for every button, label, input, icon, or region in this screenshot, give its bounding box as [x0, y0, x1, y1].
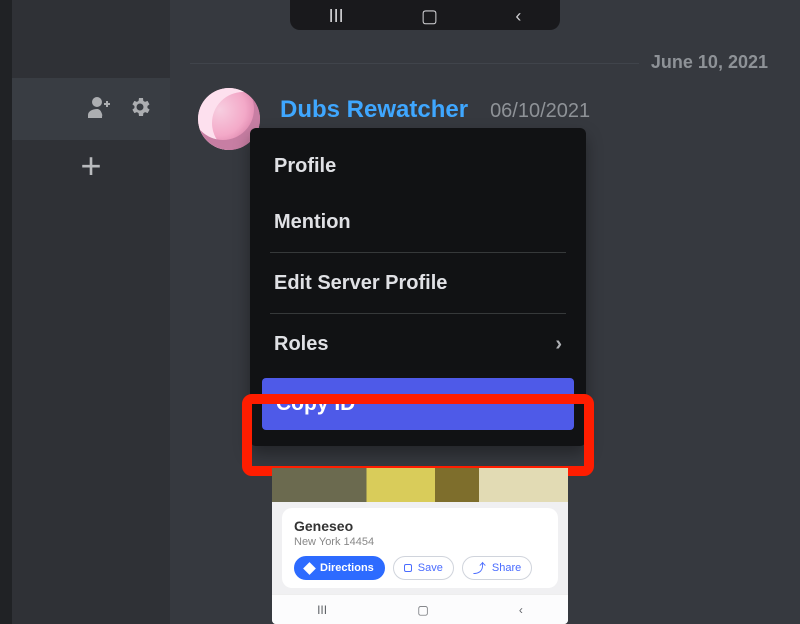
menu-edit-label: Edit Server Profile: [274, 272, 447, 295]
username[interactable]: Dubs Rewatcher: [280, 96, 468, 124]
phone-nav-bar-bottom: III ▢ ‹: [272, 594, 568, 624]
directions-label: Directions: [320, 562, 374, 574]
menu-profile-label: Profile: [274, 155, 336, 178]
dm-sidebar: +: [12, 0, 170, 624]
bookmark-icon: [404, 564, 412, 572]
share-icon: ⤴: [473, 562, 486, 575]
menu-copy-id[interactable]: Copy ID: [262, 378, 574, 430]
menu-roles[interactable]: Roles ›: [250, 316, 586, 372]
save-label: Save: [418, 562, 443, 574]
date-divider-label: June 10, 2021: [639, 52, 780, 73]
place-subtitle: New York 14454: [294, 536, 546, 548]
add-friend-icon[interactable]: [88, 96, 114, 123]
home-icon: ▢: [421, 6, 438, 27]
menu-mention-label: Mention: [274, 211, 351, 234]
user-context-menu: Profile Mention Edit Server Profile Role…: [250, 128, 586, 446]
phone-nav-bar-top: III ▢ ‹: [290, 0, 560, 30]
save-button[interactable]: Save: [393, 556, 454, 580]
server-rail: [0, 0, 12, 624]
message-header: Dubs Rewatcher 06/10/2021: [280, 96, 590, 124]
recents-icon: III: [317, 603, 327, 617]
home-icon: ▢: [417, 603, 428, 617]
chevron-right-icon: ›: [555, 333, 562, 356]
gear-icon[interactable]: [128, 95, 152, 124]
place-actions: Directions Save ⤴ Share: [294, 556, 546, 580]
menu-roles-label: Roles: [274, 333, 328, 356]
menu-edit-server-profile[interactable]: Edit Server Profile: [250, 255, 586, 311]
chat-area: III ▢ ‹ June 10, 2021 Dubs Rewatcher 06/…: [170, 0, 800, 624]
share-button[interactable]: ⤴ Share: [462, 556, 532, 580]
menu-separator: [270, 252, 566, 253]
create-dm-button[interactable]: +: [12, 148, 170, 184]
maps-place-card: Geneseo New York 14454 Directions Save ⤴…: [282, 508, 558, 588]
share-label: Share: [492, 562, 521, 574]
menu-mention[interactable]: Mention: [250, 194, 586, 250]
menu-separator: [270, 313, 566, 314]
menu-copy-id-label: Copy ID: [276, 392, 355, 416]
recents-icon: III: [329, 6, 344, 27]
message-timestamp: 06/10/2021: [490, 100, 590, 123]
sidebar-toolbar: [12, 78, 170, 140]
place-title: Geneseo: [294, 518, 546, 534]
directions-button[interactable]: Directions: [294, 556, 385, 580]
embedded-phone-screenshot: Geneseo New York 14454 Directions Save ⤴…: [272, 468, 568, 624]
directions-icon: [303, 562, 316, 575]
menu-profile[interactable]: Profile: [250, 138, 586, 194]
map-photo-strip: [272, 468, 568, 502]
back-icon: ‹: [519, 603, 523, 617]
back-icon: ‹: [515, 6, 521, 27]
